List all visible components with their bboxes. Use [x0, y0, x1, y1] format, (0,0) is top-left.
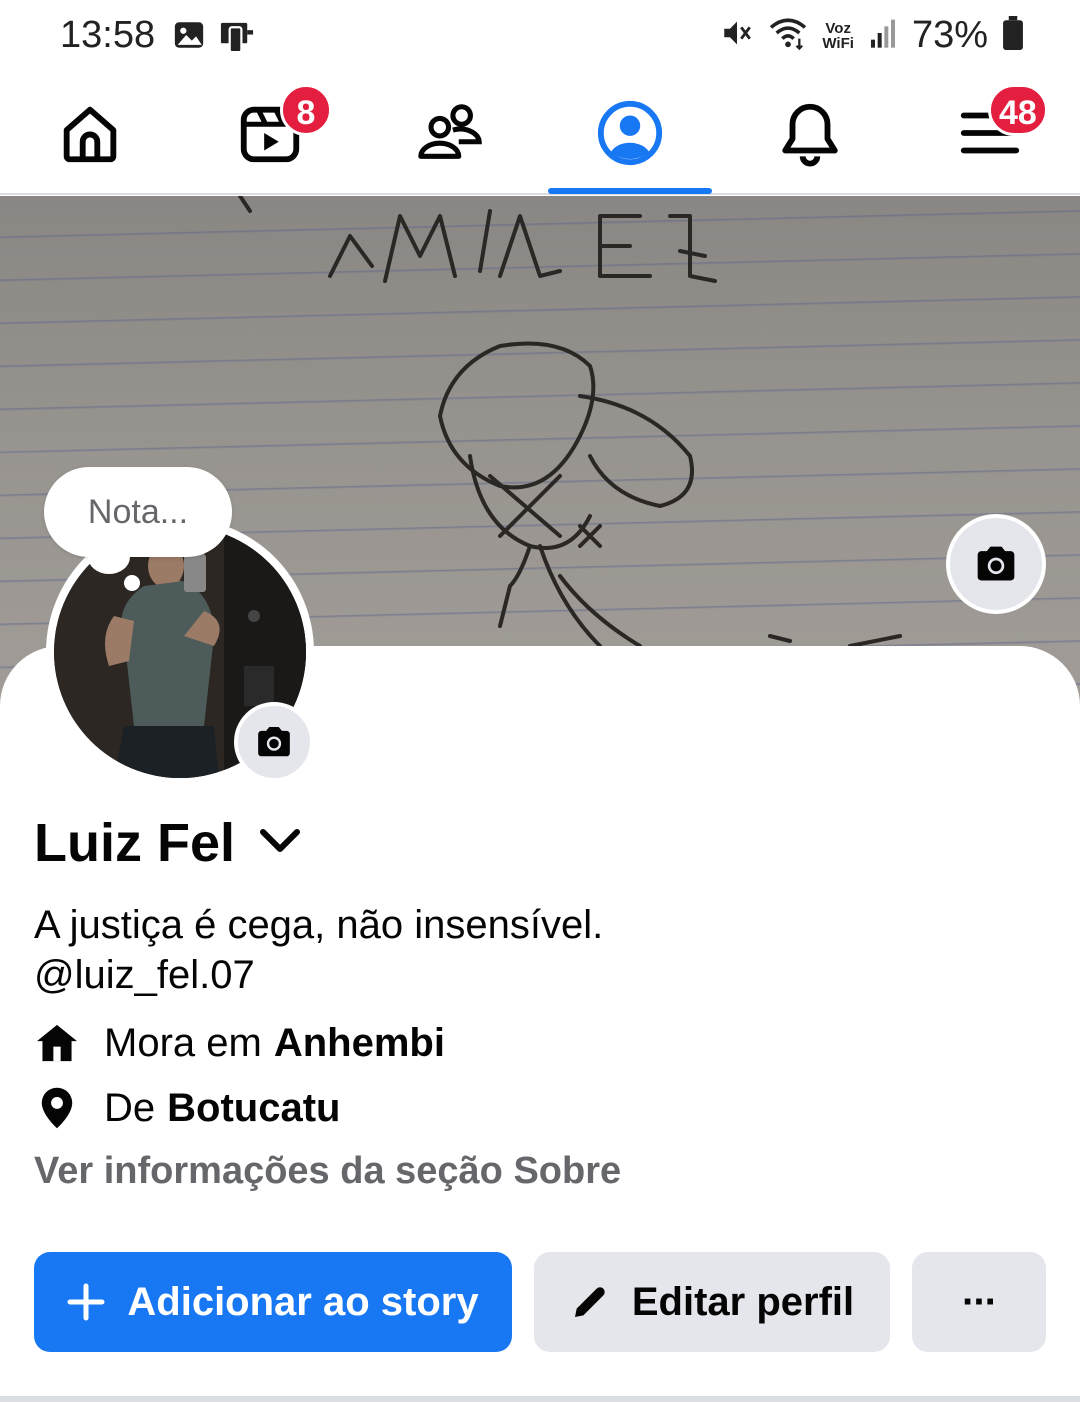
edit-profile-label: Editar perfil	[631, 1279, 855, 1324]
location-pin-icon	[34, 1085, 80, 1131]
see-about-link[interactable]: Ver informações da seção Sobre	[34, 1150, 621, 1193]
note-placeholder: Nota...	[87, 492, 189, 531]
status-right-icons: Voz WiFi 73%	[720, 14, 1024, 57]
add-to-story-button[interactable]: Adicionar ao story	[34, 1252, 512, 1352]
add-to-story-label: Adicionar ao story	[127, 1279, 479, 1324]
image-icon	[172, 18, 206, 59]
from-prefix: De	[104, 1085, 156, 1130]
avatar-camera-button[interactable]	[234, 702, 314, 782]
note-bubble[interactable]: Nota...	[44, 467, 232, 557]
profile-bio: A justiça é cega, não insensível. @luiz_…	[34, 900, 603, 1000]
more-options-button[interactable]: ···	[912, 1252, 1046, 1352]
note-bubble-tail-dot	[124, 575, 140, 591]
lives-in-place: Anhembi	[273, 1020, 445, 1065]
bio-line: A justiça é cega, não insensível.	[34, 903, 604, 947]
bell-icon	[782, 103, 838, 166]
lives-in-prefix: Mora em	[104, 1020, 262, 1065]
nav-video[interactable]: 8	[180, 72, 360, 193]
video-badge: 8	[280, 84, 332, 136]
top-nav-bar: 8 48	[0, 72, 1080, 195]
friends-icon	[418, 103, 482, 159]
nav-notifications[interactable]	[720, 72, 900, 193]
menu-badge: 48	[988, 84, 1048, 136]
pencil-icon	[574, 1287, 605, 1317]
signal-icon	[868, 17, 898, 54]
battery-percent: 73%	[911, 14, 988, 56]
from-place: Botucatu	[167, 1085, 341, 1130]
edit-profile-button[interactable]: Editar perfil	[534, 1252, 890, 1352]
voz-wifi-label: Voz WiFi	[822, 19, 854, 52]
nav-home[interactable]	[0, 72, 180, 193]
cover-camera-button[interactable]	[946, 514, 1046, 614]
lives-in-row: Mora em Anhembi	[34, 1020, 445, 1066]
camera-icon	[258, 726, 290, 757]
nav-menu[interactable]: 48	[900, 72, 1080, 193]
nav-friends[interactable]	[360, 72, 540, 193]
bio-handle: @luiz_fel.07	[34, 953, 255, 997]
more-dots-icon: ···	[962, 1279, 998, 1324]
active-tab-indicator	[548, 188, 712, 194]
phone-link-icon	[218, 18, 256, 59]
mute-icon	[720, 16, 754, 55]
profile-name: Luiz Fel	[34, 813, 235, 873]
nav-profile[interactable]	[540, 72, 720, 193]
section-divider	[0, 1396, 1080, 1402]
status-left-icons	[172, 18, 256, 59]
battery-icon	[1002, 16, 1024, 55]
house-icon	[34, 1020, 80, 1066]
home-icon	[63, 106, 117, 162]
camera-icon	[977, 546, 1015, 581]
note-bubble-tail	[88, 540, 130, 574]
profile-icon	[597, 100, 663, 165]
plus-icon	[67, 1283, 105, 1321]
profile-name-row[interactable]: Luiz Fel	[34, 812, 303, 874]
wifi-icon	[768, 16, 808, 55]
status-time: 13:58	[60, 14, 156, 56]
hometown-row: De Botucatu	[34, 1085, 340, 1131]
status-bar: 13:58 Voz WiFi 73%	[0, 0, 1080, 72]
chevron-down-icon[interactable]	[257, 826, 303, 861]
